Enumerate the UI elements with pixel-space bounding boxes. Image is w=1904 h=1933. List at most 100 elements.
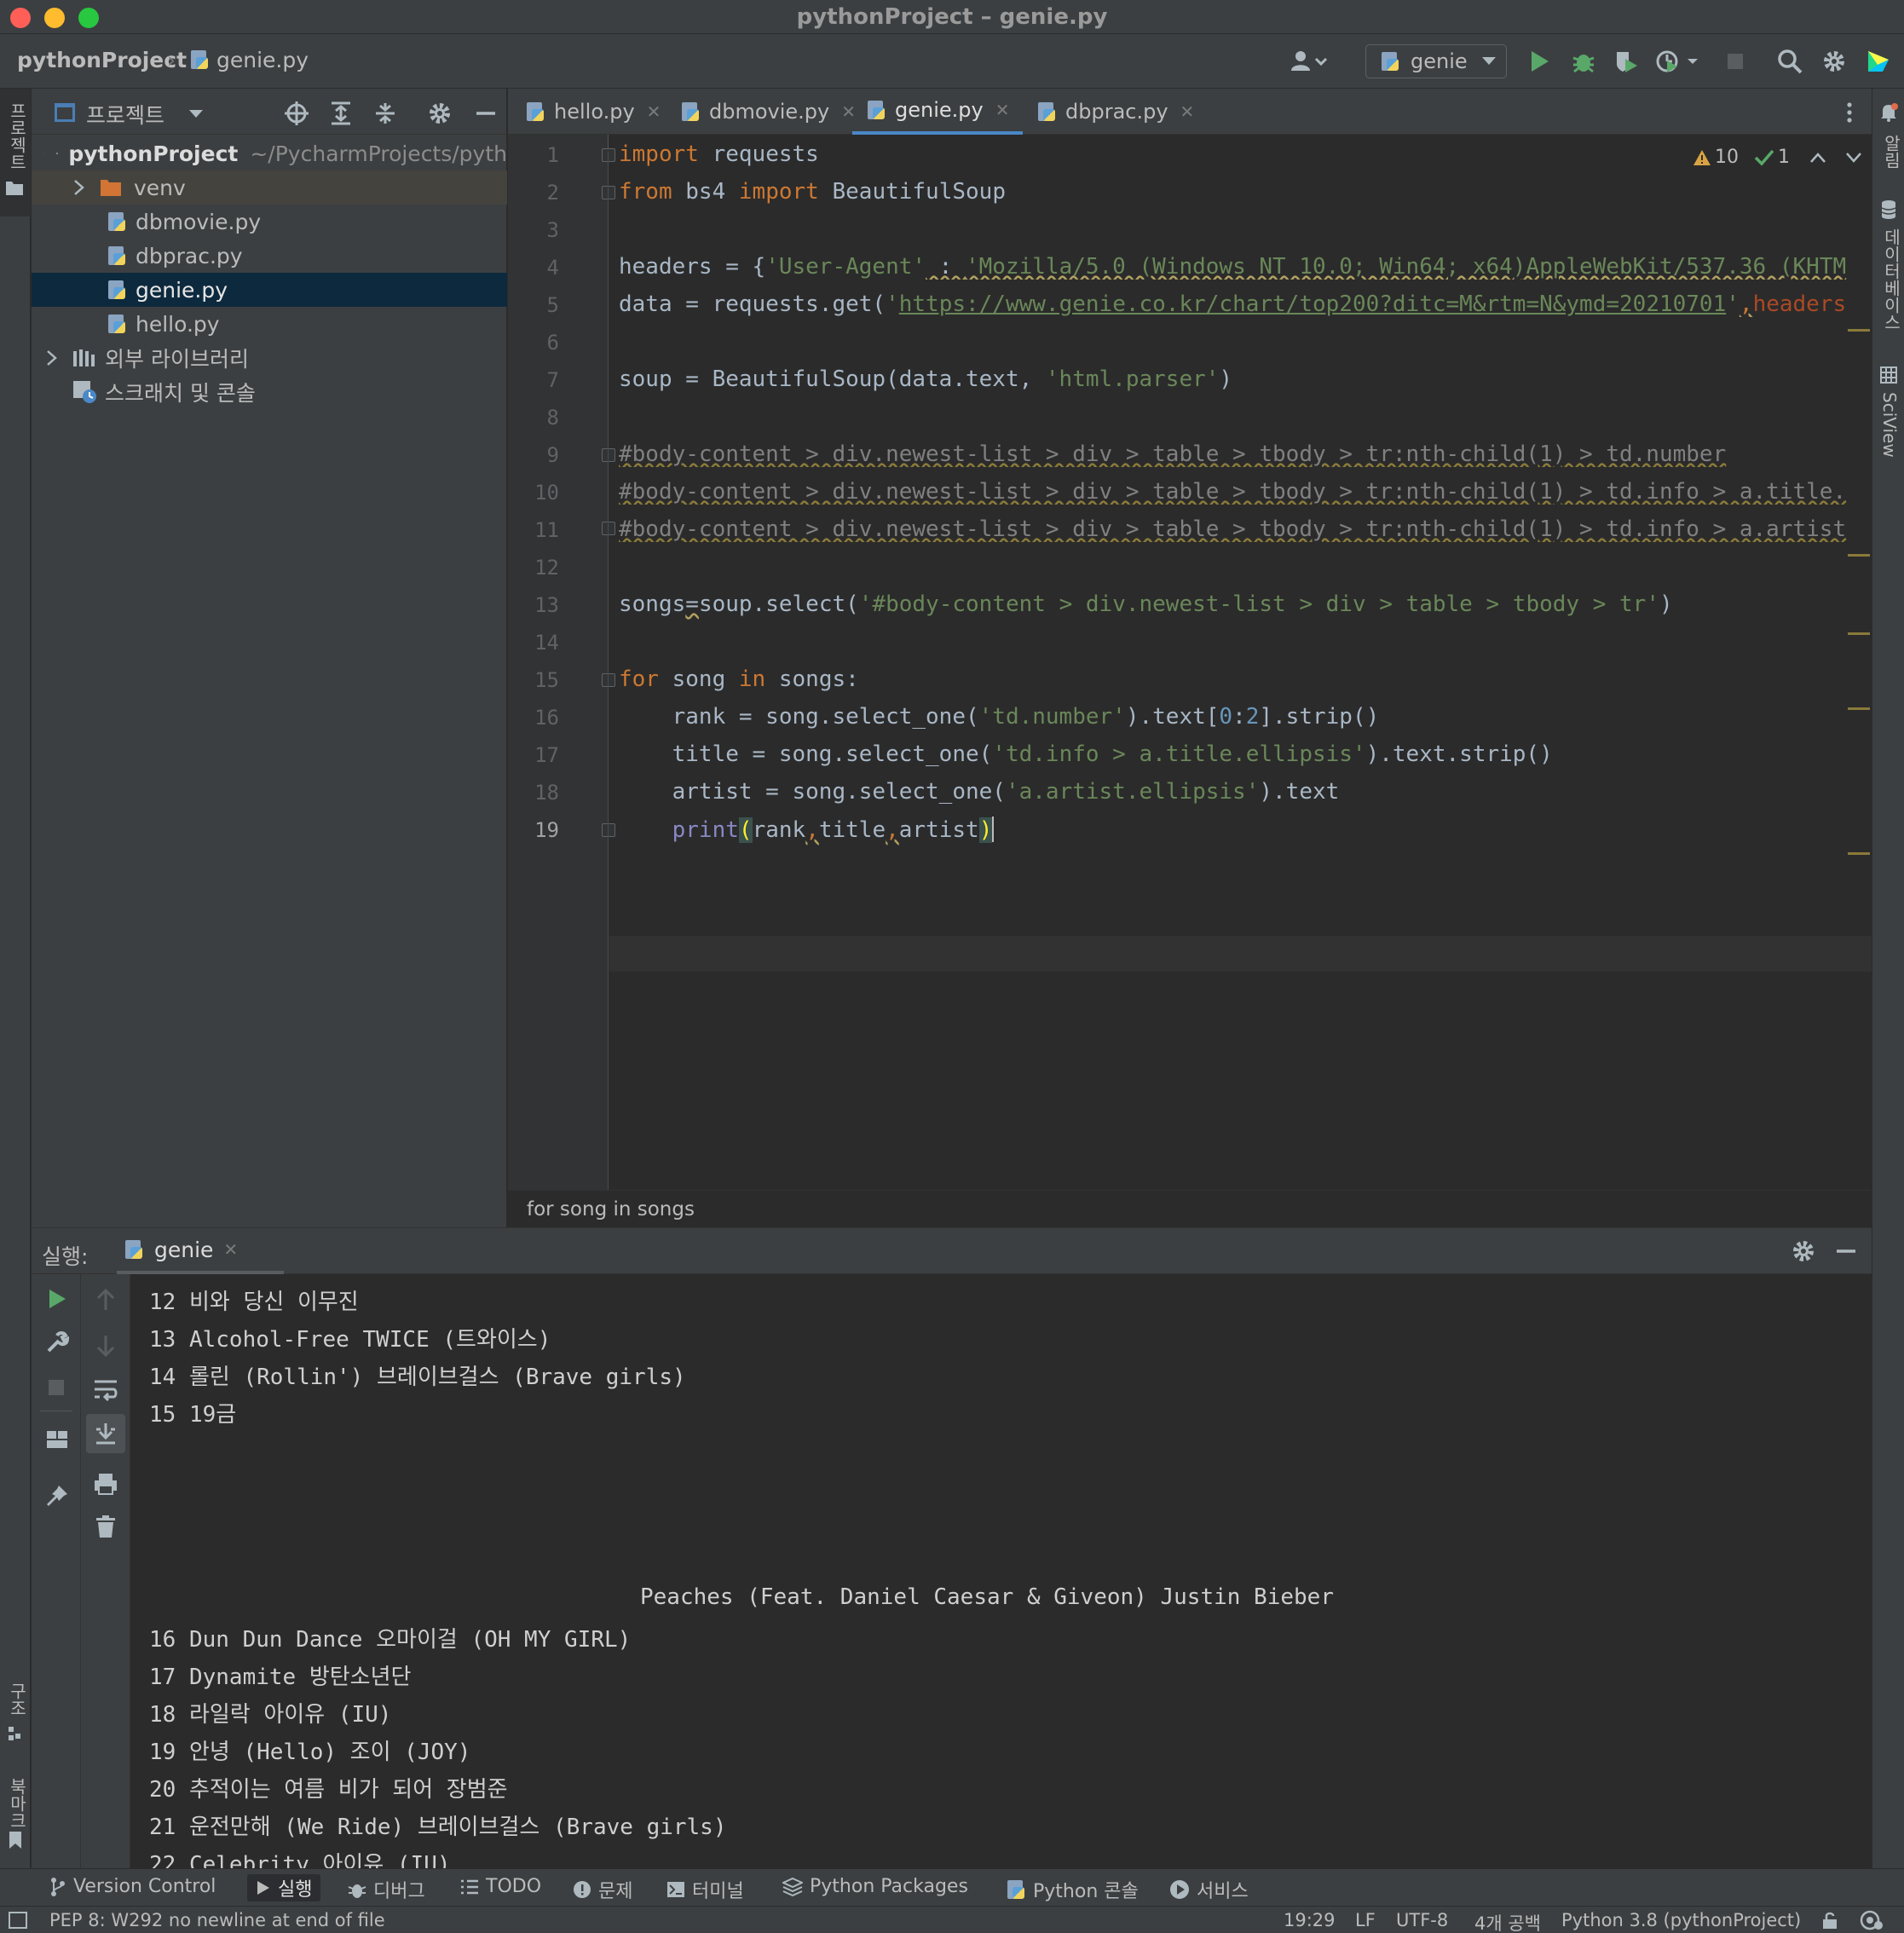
arrow-down-icon[interactable] — [95, 1334, 117, 1358]
fold-marker-icon[interactable] — [602, 823, 615, 837]
memory-indicator-icon[interactable] — [1858, 1910, 1884, 1930]
tab-hello[interactable]: hello.py ✕ — [525, 89, 661, 135]
hide-panel-icon[interactable] — [473, 101, 499, 126]
warning-marker[interactable] — [1848, 554, 1870, 557]
vcs-user-icon[interactable] — [1287, 46, 1333, 77]
list-icon — [461, 1879, 478, 1894]
expand-all-icon[interactable] — [328, 101, 354, 126]
editor-breadcrumb[interactable]: for song in songs — [508, 1190, 1872, 1227]
arrow-up-icon[interactable] — [95, 1288, 117, 1312]
tree-item-genie[interactable]: genie.py — [32, 273, 507, 307]
warning-marker[interactable] — [1848, 852, 1870, 855]
tree-item-venv[interactable]: venv — [32, 170, 507, 205]
stop-icon[interactable] — [47, 1378, 66, 1397]
more-options-icon[interactable] — [1844, 101, 1855, 124]
hide-panel-icon[interactable] — [1833, 1238, 1859, 1264]
chevron-down-icon[interactable] — [1846, 152, 1861, 163]
tree-root-project[interactable]: pythonProject ~/PycharmProjects/pyth — [32, 136, 507, 170]
editor-tabs: hello.py ✕ dbmovie.py ✕ genie.py ✕ dbpra… — [508, 89, 1872, 135]
fold-marker-icon[interactable] — [602, 522, 615, 535]
indent-setting[interactable]: 4개 공백 — [1474, 1910, 1541, 1933]
warning-marker[interactable] — [1848, 632, 1870, 635]
tree-item-external-libraries[interactable]: 외부 라이브러리 — [32, 341, 507, 375]
tab-dbmovie[interactable]: dbmovie.py ✕ — [680, 89, 856, 135]
structure-tool-button[interactable]: 구조 — [0, 1674, 31, 1751]
python-file-icon — [866, 99, 888, 121]
unlock-icon[interactable] — [1820, 1911, 1839, 1930]
tool-services[interactable]: 서비스 — [1169, 1876, 1249, 1903]
fold-marker-icon[interactable] — [602, 673, 615, 687]
chevron-down-icon[interactable] — [188, 109, 204, 119]
tab-genie[interactable]: genie.py ✕ — [852, 89, 1024, 135]
tool-run[interactable]: 실행 — [247, 1874, 321, 1901]
tree-item-scratches[interactable]: 스크래치 및 콘솔 — [32, 375, 507, 409]
tab-dbprac[interactable]: dbprac.py ✕ — [1036, 89, 1194, 135]
search-everywhere-button[interactable] — [1774, 46, 1805, 77]
run-with-coverage-button[interactable] — [1611, 46, 1641, 77]
fold-marker-icon[interactable] — [602, 448, 615, 462]
gear-icon[interactable] — [1791, 1238, 1816, 1264]
run-configuration-select[interactable]: genie — [1365, 44, 1507, 78]
sciview-tool-button[interactable]: SciView — [1872, 361, 1904, 515]
stop-button[interactable] — [1720, 46, 1751, 77]
close-icon[interactable]: ✕ — [995, 100, 1010, 120]
debug-button[interactable] — [1568, 46, 1599, 77]
status-message[interactable]: PEP 8: W292 no newline at end of file — [49, 1910, 385, 1930]
file-encoding[interactable]: UTF-8 — [1396, 1910, 1448, 1930]
fold-marker-icon[interactable] — [602, 148, 615, 162]
jetbrains-toolbox-button[interactable] — [1863, 46, 1894, 77]
fold-marker-icon[interactable] — [602, 186, 615, 199]
python-interpreter[interactable]: Python 3.8 (pythonProject) — [1561, 1910, 1801, 1930]
tree-item-dbprac[interactable]: dbprac.py — [32, 239, 507, 273]
layout-icon[interactable] — [45, 1428, 69, 1451]
run-panel: 실행: genie ✕ 12 비와 당신 이무진 13 Alcohol-Free … — [32, 1227, 1872, 1878]
warning-marker[interactable] — [1848, 707, 1870, 710]
inspection-widget[interactable]: 10 1 — [1693, 147, 1861, 168]
gear-icon[interactable] — [427, 101, 453, 126]
structure-icon — [9, 1727, 20, 1740]
wrench-icon[interactable] — [45, 1330, 69, 1354]
tree-item-label: 외부 라이브러리 — [105, 347, 249, 372]
scratches-icon — [73, 381, 96, 403]
breadcrumb-project[interactable]: pythonProject — [17, 48, 187, 72]
run-tab-genie[interactable]: genie ✕ — [117, 1228, 284, 1274]
scroll-to-end-button[interactable] — [86, 1414, 125, 1453]
chevron-up-icon[interactable] — [1810, 152, 1826, 163]
close-icon[interactable]: ✕ — [1180, 101, 1195, 122]
close-icon[interactable]: ✕ — [223, 1239, 238, 1260]
tool-version-control[interactable]: Version Control — [49, 1876, 216, 1897]
collapse-all-icon[interactable] — [372, 101, 398, 126]
rerun-icon[interactable] — [47, 1288, 67, 1310]
tool-problems[interactable]: 문제 — [573, 1876, 632, 1903]
toggle-tool-windows-icon[interactable] — [9, 1912, 27, 1929]
print-icon[interactable] — [93, 1472, 118, 1496]
tool-python-console[interactable]: Python 콘솔 — [1006, 1876, 1139, 1903]
run-button[interactable] — [1524, 46, 1555, 77]
locate-file-icon[interactable] — [284, 101, 309, 126]
terminal-icon — [667, 1882, 684, 1897]
tool-terminal[interactable]: 터미널 — [666, 1876, 744, 1903]
settings-button[interactable] — [1819, 46, 1849, 77]
close-icon[interactable]: ✕ — [647, 101, 661, 122]
soft-wrap-icon[interactable] — [93, 1378, 118, 1402]
bookmarks-tool-button[interactable]: 북마크 — [0, 1769, 31, 1855]
code-line-19: print(rank,title,artist) — [672, 816, 995, 843]
code-editor[interactable]: 1 2 3 4 5 6 7 8 9 10 11 12 13 14 15 16 17 18 19 10 1 impor… — [508, 135, 1872, 1190]
tool-python-packages[interactable]: Python Packages — [782, 1876, 968, 1897]
profile-button[interactable] — [1653, 46, 1705, 77]
tool-todo[interactable]: TODO — [460, 1876, 541, 1897]
tree-item-label: dbprac.py — [136, 243, 243, 268]
line-number: 14 — [534, 631, 559, 655]
warning-marker[interactable] — [1848, 329, 1870, 332]
notifications-tool-button[interactable]: 알림 — [1872, 97, 1904, 182]
tool-debug[interactable]: 디버그 — [348, 1876, 425, 1903]
trash-icon[interactable] — [95, 1515, 117, 1538]
line-separator[interactable]: LF — [1355, 1910, 1376, 1930]
caret-position[interactable]: 19:29 — [1284, 1910, 1336, 1930]
pin-icon[interactable] — [45, 1484, 69, 1508]
project-view-selector[interactable]: 프로젝트 — [86, 99, 164, 130]
breadcrumb-file[interactable]: genie.py — [189, 48, 309, 72]
project-tool-button[interactable]: 프로젝트 — [0, 89, 31, 216]
tree-item-hello[interactable]: hello.py — [32, 307, 507, 341]
tree-item-dbmovie[interactable]: dbmovie.py — [32, 205, 507, 239]
